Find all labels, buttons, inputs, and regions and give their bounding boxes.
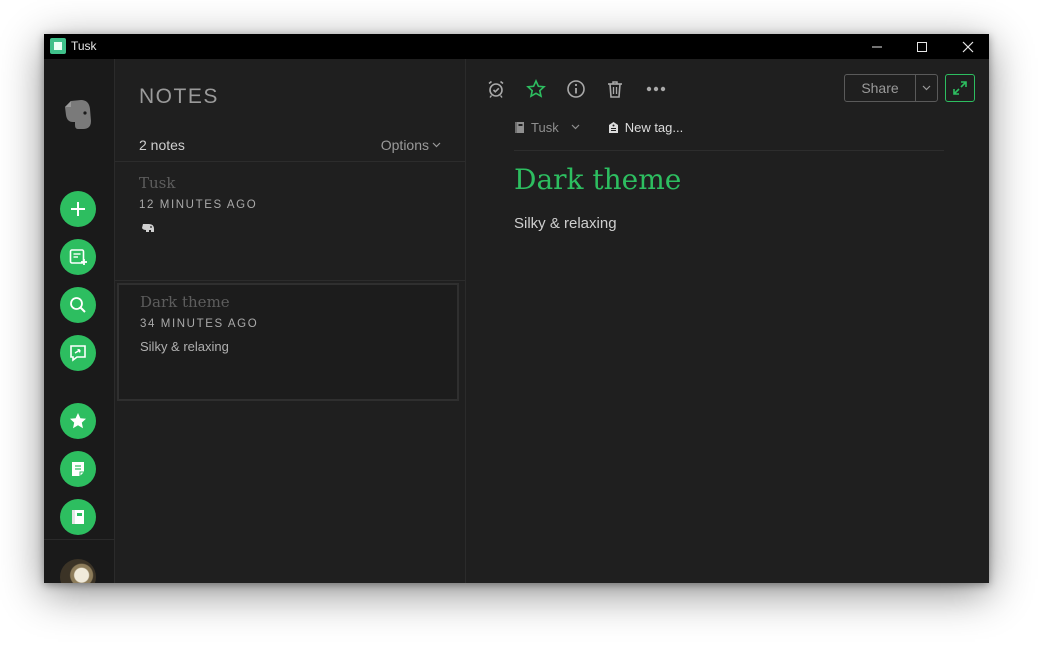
note-title[interactable]: Dark theme xyxy=(514,163,681,196)
sidebar-divider xyxy=(44,539,114,540)
share-control: Share xyxy=(844,74,938,102)
notebooks-icon xyxy=(72,510,84,524)
note-body[interactable]: Silky & relaxing xyxy=(514,215,617,232)
note-card-selected[interactable]: Dark theme 34 MINUTES AGO Silky & relaxi… xyxy=(117,283,459,401)
share-options-button[interactable] xyxy=(916,75,937,101)
note-editor: Share Tusk New tag... Dark theme Silky &… xyxy=(466,59,989,583)
chevron-down-icon xyxy=(432,142,441,148)
note-card-title: Tusk xyxy=(139,174,176,192)
more-icon[interactable] xyxy=(644,77,668,101)
notebook-selector[interactable]: Tusk xyxy=(514,120,580,135)
work-chat-button[interactable] xyxy=(60,335,96,371)
window-title: Tusk xyxy=(71,39,97,53)
chevron-down-icon xyxy=(922,85,931,91)
notebook-name: Tusk xyxy=(531,119,559,135)
share-button[interactable]: Share xyxy=(845,75,915,101)
options-dropdown[interactable]: Options xyxy=(381,137,441,153)
sidebar xyxy=(44,59,115,583)
new-chat-icon xyxy=(69,249,87,265)
trash-icon[interactable] xyxy=(603,77,627,101)
star-icon[interactable] xyxy=(524,77,548,101)
note-card-title: Dark theme xyxy=(140,293,230,311)
search-button[interactable] xyxy=(60,287,96,323)
notes-icon xyxy=(72,462,84,476)
reminder-icon[interactable] xyxy=(484,77,508,101)
notes-button[interactable] xyxy=(60,451,96,487)
note-card-time: 12 MINUTES AGO xyxy=(139,199,258,211)
new-chat-button[interactable] xyxy=(60,239,96,275)
notes-panel: NOTES 2 notes Options Tusk 12 MINUTES AG… xyxy=(115,59,466,583)
plus-icon xyxy=(71,202,85,216)
title-bar[interactable]: Tusk xyxy=(44,34,989,59)
editor-divider xyxy=(514,150,944,151)
maximize-button[interactable] xyxy=(899,34,945,59)
new-tag-input[interactable]: New tag... xyxy=(608,119,684,135)
shortcuts-button[interactable] xyxy=(60,403,96,439)
options-label: Options xyxy=(380,137,429,153)
expand-icon xyxy=(953,81,967,95)
notes-count: 2 notes xyxy=(139,137,185,153)
note-meta-row: Tusk New tag... xyxy=(514,118,683,136)
new-tag-placeholder: New tag... xyxy=(624,119,684,135)
note-card-time: 34 MINUTES AGO xyxy=(140,318,259,330)
info-icon[interactable] xyxy=(564,77,588,101)
tag-icon xyxy=(608,121,618,133)
avatar[interactable] xyxy=(60,559,96,583)
minimize-button[interactable] xyxy=(854,34,900,59)
star-icon xyxy=(70,413,86,429)
app-window: Tusk NOTES 2 notes Options Tusk 12 MINUT… xyxy=(44,34,989,583)
work-chat-icon xyxy=(70,345,86,362)
expand-button[interactable] xyxy=(945,74,975,102)
notes-heading: NOTES xyxy=(139,85,219,108)
elephant-logo-icon[interactable] xyxy=(63,97,93,131)
note-card[interactable]: Tusk 12 MINUTES AGO xyxy=(115,162,465,281)
close-button[interactable] xyxy=(945,34,989,59)
notebooks-button[interactable] xyxy=(60,499,96,535)
note-card-snippet: Silky & relaxing xyxy=(140,339,229,354)
chevron-down-icon xyxy=(571,124,580,130)
search-icon xyxy=(70,297,86,313)
elephant-icon xyxy=(141,221,155,239)
notebook-icon xyxy=(515,121,524,133)
new-note-button[interactable] xyxy=(60,191,96,227)
app-icon xyxy=(50,38,66,54)
